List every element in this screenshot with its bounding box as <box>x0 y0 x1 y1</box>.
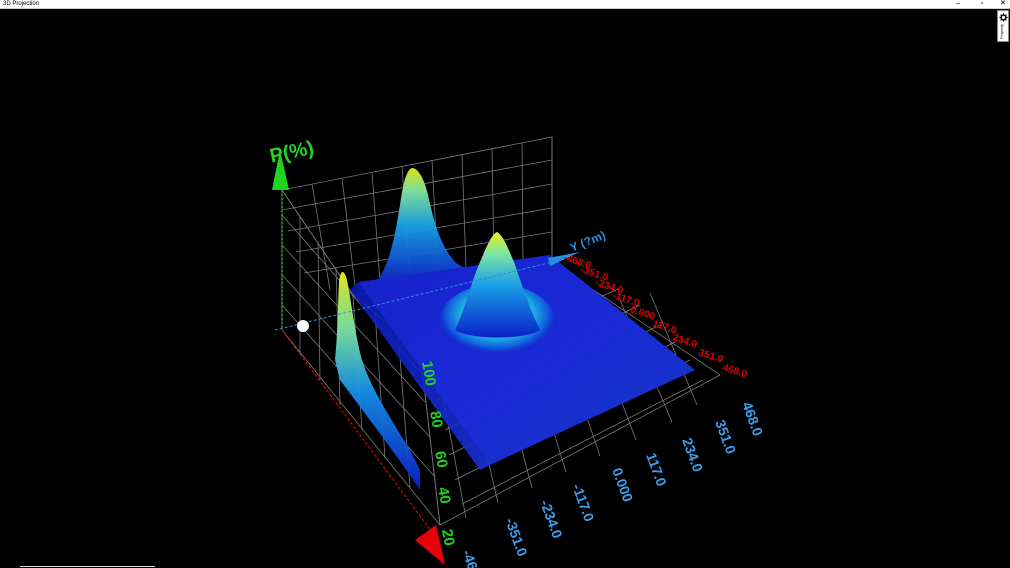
z-axis-title: P(%) <box>268 137 316 168</box>
z-tick: 40 <box>434 486 454 505</box>
x-tick: 351.0 <box>712 418 739 457</box>
window-title: 3D Projection <box>3 1 40 7</box>
3d-scene[interactable]: P(%) Y (?m) -468.0 -351.0 -234.0 -117.0 <box>0 9 1010 568</box>
property-label: Property <box>999 24 1004 40</box>
x-tick: -351.0 <box>502 516 531 559</box>
y-axis-title: Y (?m) <box>568 228 608 255</box>
x-tick: -468.0 <box>459 548 488 568</box>
property-button[interactable]: Property <box>997 10 1009 42</box>
gear-icon <box>999 13 1008 22</box>
y-tick: 234.0 <box>671 332 699 350</box>
x-tick: -117.0 <box>569 482 597 524</box>
y-tick: 468.0 <box>721 362 749 380</box>
close-button[interactable]: ✕ <box>993 0 1010 8</box>
y-tick: 0.000 <box>629 304 657 322</box>
z-axis: P(%) <box>268 137 316 330</box>
z-tick: 80 <box>426 410 446 429</box>
y-tick: 351.0 <box>697 347 725 365</box>
status-line <box>20 566 155 567</box>
projection-window: 3D Projection – ▫ ✕ P(%) Y (?m) -468.0 -… <box>0 0 1010 568</box>
x-tick: 468.0 <box>739 400 766 439</box>
x-tick: 0.000 <box>609 466 636 505</box>
x-tick: 117.0 <box>643 451 670 489</box>
x-tick: 234.0 <box>679 436 706 475</box>
title-bar[interactable]: 3D Projection – ▫ ✕ <box>0 0 1010 9</box>
x-tick: -234.0 <box>537 498 566 541</box>
minimize-button[interactable]: – <box>948 0 968 8</box>
maximize-button[interactable]: ▫ <box>972 0 992 8</box>
z-tick: 20 <box>438 528 458 547</box>
origin-handle[interactable] <box>297 320 309 332</box>
z-tick: 60 <box>431 450 451 469</box>
3d-viewport[interactable]: P(%) Y (?m) -468.0 -351.0 -234.0 -117.0 <box>0 9 1010 568</box>
